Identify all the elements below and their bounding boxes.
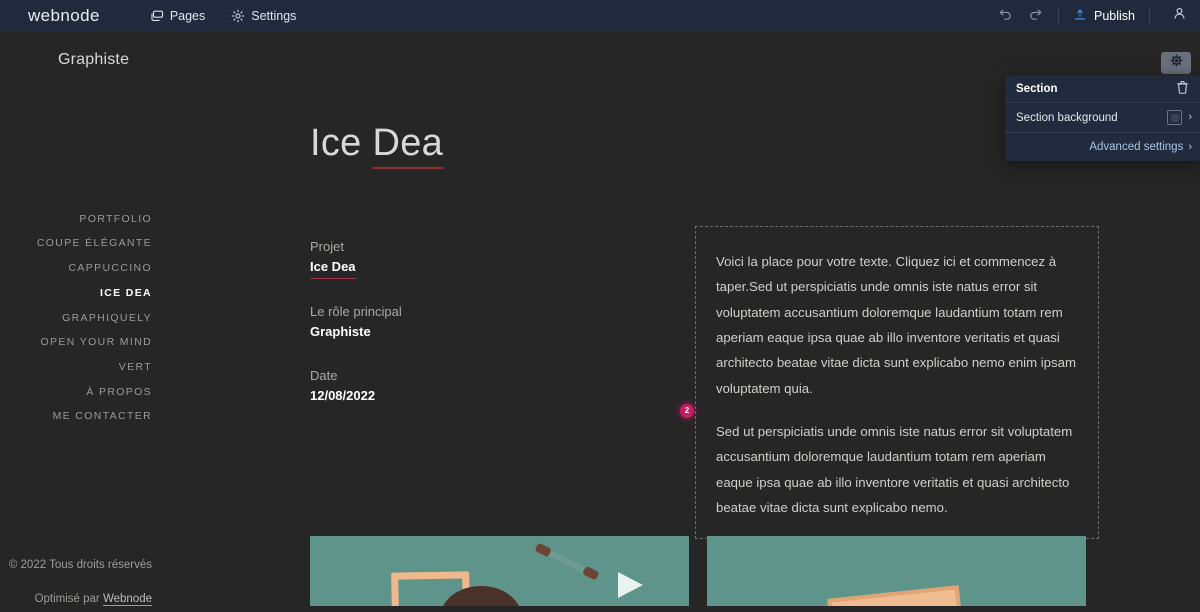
section-background-row[interactable]: Section background ›: [1005, 103, 1200, 133]
play-triangle-shape: [618, 572, 643, 598]
meta-value-projet[interactable]: Ice Dea: [310, 257, 356, 279]
webnode-logo[interactable]: webnode: [28, 6, 100, 26]
gallery-row: [310, 536, 1086, 606]
nav-item-portfolio[interactable]: PORTFOLIO: [0, 207, 152, 232]
meta-label-projet: Projet: [310, 239, 344, 254]
text-paragraph-1: Voici la place pour votre texte. Cliquez…: [716, 254, 1076, 396]
account-button[interactable]: [1158, 0, 1200, 32]
editable-text-block[interactable]: Voici la place pour votre texte. Cliquez…: [695, 226, 1099, 540]
section-background-label: Section background: [1016, 111, 1118, 124]
nav-item-coupe-elegante[interactable]: COUPE ÉLÉGANTE: [0, 232, 152, 257]
section-settings-gear-button[interactable]: [1161, 52, 1191, 74]
editor-nav-settings-label: Settings: [251, 9, 297, 23]
site-navigation: PORTFOLIO COUPE ÉLÉGANTE CAPPUCCINO ICE …: [0, 207, 152, 430]
nav-item-cappuccino[interactable]: CAPPUCCINO: [0, 256, 152, 281]
chevron-right-icon: ›: [1188, 140, 1192, 153]
section-settings-title: Section: [1016, 82, 1058, 95]
content-marker-badge[interactable]: 2: [680, 404, 694, 418]
toolbar-divider-right: [1149, 7, 1150, 25]
nav-item-ice-dea[interactable]: ICE DEA: [0, 281, 152, 306]
editor-nav-pages[interactable]: Pages: [148, 6, 207, 26]
site-footer: © 2022 Tous droits réservés Optimisé par…: [0, 552, 152, 612]
wooden-plank-shape: [827, 585, 963, 606]
publish-label: Publish: [1094, 9, 1135, 23]
user-icon: [1172, 6, 1187, 26]
section-background-controls: ›: [1167, 110, 1192, 125]
section-settings-header: Section: [1005, 75, 1200, 103]
redo-button[interactable]: [1020, 0, 1050, 32]
redo-icon: [1028, 6, 1043, 26]
nav-item-me-contacter[interactable]: ME CONTACTER: [0, 405, 152, 430]
gallery-image-2[interactable]: [707, 536, 1086, 606]
footer-copyright: © 2022 Tous droits réservés: [8, 559, 152, 571]
editor-bar-actions: Publish: [990, 0, 1200, 32]
publish-button[interactable]: Publish: [1067, 4, 1141, 29]
footer-credit-prefix: Optimisé par: [34, 592, 103, 605]
rod-shape: [539, 545, 595, 578]
nav-item-a-propos[interactable]: À PROPOS: [0, 380, 152, 405]
editor-top-bar: webnode Pages Settings Publish: [0, 0, 1200, 32]
chevron-right-icon: ›: [1188, 111, 1192, 123]
color-swatch[interactable]: [1167, 110, 1183, 125]
advanced-settings-row[interactable]: Advanced settings ›: [1005, 133, 1200, 161]
page-title-accent: Dea: [372, 122, 444, 169]
gallery-image-1[interactable]: [310, 536, 689, 606]
meta-value-date: 12/08/2022: [310, 388, 376, 404]
page-title[interactable]: Ice Dea: [310, 120, 444, 169]
nav-item-open-your-mind[interactable]: OPEN YOUR MIND: [0, 331, 152, 356]
pages-icon: [150, 9, 164, 23]
project-meta: Projet Ice Dea Le rôle principal Graphis…: [310, 237, 540, 430]
footer-credit-link[interactable]: Webnode: [102, 592, 152, 606]
meta-label-role: Le rôle principal: [310, 303, 402, 319]
gear-icon: [1169, 54, 1183, 72]
meta-group-date: Date 12/08/2022: [310, 366, 540, 407]
nav-item-graphiquely[interactable]: GRAPHIQUELY: [0, 306, 152, 331]
section-settings-panel: Section Section background › Advanced se…: [1005, 75, 1200, 161]
meta-value-role: Graphiste: [310, 324, 371, 340]
nav-item-vert[interactable]: VERT: [0, 355, 152, 380]
upload-icon: [1073, 8, 1087, 25]
text-paragraph-2: Sed ut perspiciatis unde omnis iste natu…: [716, 424, 1073, 516]
toolbar-divider-left: [1058, 7, 1059, 25]
trash-icon: [1176, 80, 1189, 97]
editor-nav-pages-label: Pages: [169, 9, 206, 23]
meta-group-projet: Projet Ice Dea: [310, 237, 540, 279]
meta-group-role: Le rôle principal Graphiste: [310, 302, 540, 343]
site-title[interactable]: Graphiste: [58, 51, 129, 69]
gear-icon: [231, 9, 245, 23]
delete-section-button[interactable]: [1176, 80, 1189, 97]
footer-credit: Optimisé par Webnode: [0, 579, 152, 612]
meta-label-date: Date: [310, 367, 338, 383]
editor-bar-nav: Pages Settings: [148, 6, 299, 26]
page-title-plain: Ice: [310, 122, 373, 164]
editor-nav-settings[interactable]: Settings: [229, 6, 298, 26]
undo-icon: [998, 6, 1013, 26]
advanced-settings-label: Advanced settings: [1089, 141, 1184, 153]
undo-button[interactable]: [990, 0, 1020, 32]
